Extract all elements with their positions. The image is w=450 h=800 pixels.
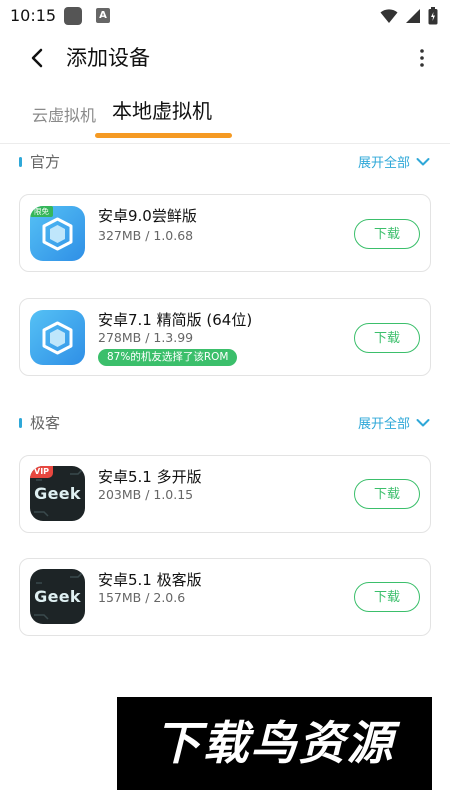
app-size-version: 327MB / 1.0.68 [98,228,194,243]
app-notification-icon [64,7,82,25]
list-item[interactable]: VIP Geek 安卓5.1 多开版 203MB / 1.0.15 下载 [19,455,431,533]
section-marker [19,157,22,167]
tab-local-vm[interactable]: 本地虚拟机 [112,95,212,124]
chevron-down-icon [416,418,430,426]
wifi-icon [380,9,398,23]
geek-logo-text: Geek [34,484,81,503]
more-options-icon[interactable] [416,46,428,70]
tab-bar: 云虚拟机 本地虚拟机 [0,82,450,144]
vmos-app-icon [30,310,85,365]
section-title: 极客 [30,414,61,432]
vmos-app-icon: 限免 [30,206,85,261]
section-header-geek: 极客 展开全部 [0,410,450,436]
section-title: 官方 [30,153,61,171]
download-button[interactable]: 下载 [354,219,420,249]
app-size-version: 203MB / 1.0.15 [98,487,194,502]
back-arrow-icon[interactable] [24,44,52,72]
watermark-banner: 下载鸟资源 [117,697,432,790]
app-name: 安卓5.1 极客版 [98,571,202,589]
expand-all-label: 展开全部 [357,417,410,432]
expand-all-link[interactable]: 展开全部 [358,413,430,432]
status-bar: 10:15 A [0,0,450,34]
app-name: 安卓5.1 多开版 [98,468,202,486]
app-header: 添加设备 [0,34,450,82]
geek-logo-text: Geek [34,587,81,606]
vip-badge: VIP [30,466,54,478]
status-time: 10:15 [10,6,57,25]
list-item[interactable]: 限免 安卓9.0尝鲜版 327MB / 1.0.68 下载 [19,194,431,272]
section-header-official: 官方 展开全部 [0,149,450,175]
chevron-down-icon [416,157,430,165]
download-button[interactable]: 下载 [354,582,420,612]
tab-cloud-vm[interactable]: 云虚拟机 [32,102,96,126]
download-button[interactable]: 下载 [354,323,420,353]
expand-all-link[interactable]: 展开全部 [358,152,430,171]
app-name: 安卓7.1 精简版 (64位) [98,311,253,329]
watermark-text: 下载鸟资源 [154,716,395,770]
app-size-version: 278MB / 1.3.99 [98,330,194,345]
geek-app-icon: VIP Geek [30,466,85,521]
active-tab-indicator [95,133,232,138]
download-button[interactable]: 下载 [354,479,420,509]
list-item[interactable]: Geek 安卓5.1 极客版 157MB / 2.0.6 下载 [19,558,431,636]
rom-popularity-badge: 87%的机友选择了该ROM [98,349,238,366]
geek-app-icon: Geek [30,569,85,624]
cube-icon [42,321,73,355]
expand-all-label: 展开全部 [357,156,410,171]
list-item[interactable]: 安卓7.1 精简版 (64位) 278MB / 1.3.99 87%的机友选择了… [19,298,431,376]
app-name: 安卓9.0尝鲜版 [98,207,197,225]
a-notification-icon: A [96,8,110,23]
signal-icon [406,9,420,23]
status-icons [380,7,438,25]
section-marker [19,418,22,428]
battery-icon [428,7,438,25]
free-limited-badge: 限免 [30,206,53,217]
app-size-version: 157MB / 2.0.6 [98,590,186,605]
page-title: 添加设备 [66,46,150,70]
